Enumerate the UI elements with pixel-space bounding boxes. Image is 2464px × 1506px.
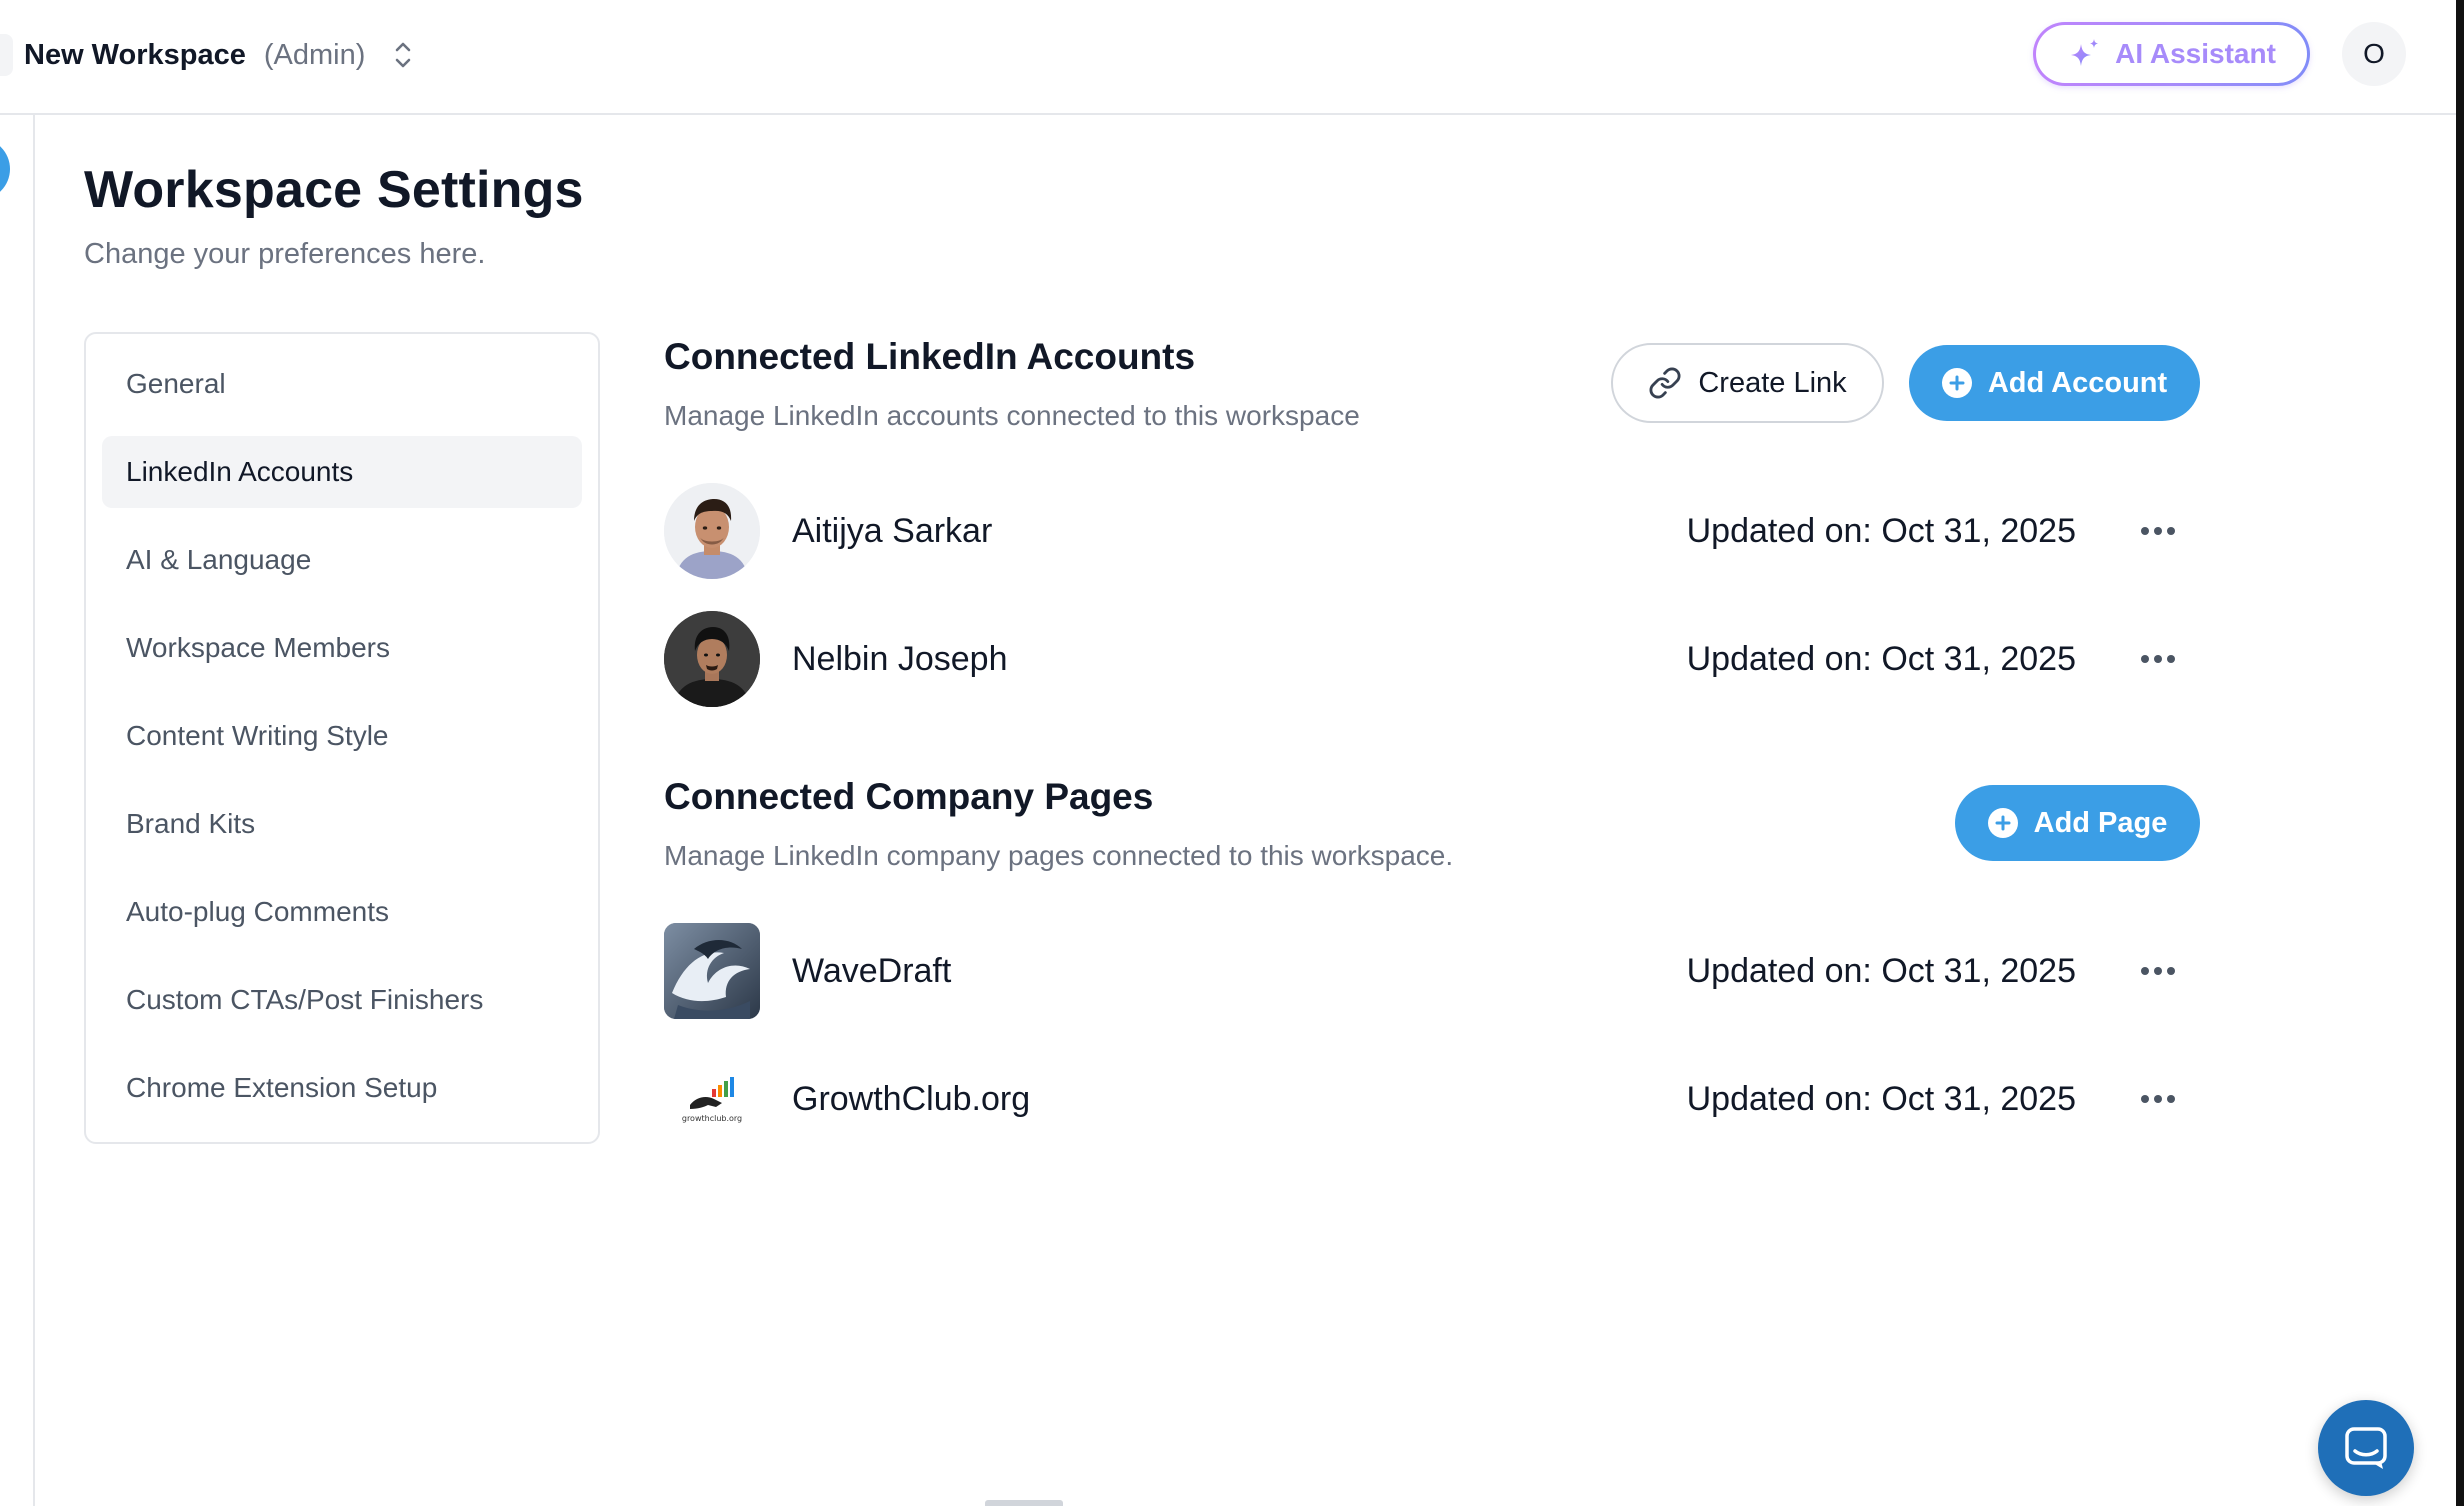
top-bar: New Workspace (Admin) AI Assistant O: [0, 0, 2456, 115]
plus-circle-icon: [1987, 808, 2018, 838]
sidebar-toggle[interactable]: [0, 138, 10, 200]
company-logo: growthclub.org: [664, 1051, 760, 1147]
ai-assistant-button[interactable]: AI Assistant: [2033, 22, 2310, 86]
nav-item-linkedin-accounts[interactable]: LinkedIn Accounts: [102, 436, 582, 508]
ai-assistant-label: AI Assistant: [2115, 38, 2276, 69]
avatar: [664, 483, 760, 579]
account-row[interactable]: Nelbin Joseph Updated on: Oct 31, 2025: [664, 610, 2188, 708]
user-initial: O: [2363, 38, 2385, 69]
add-account-button[interactable]: Add Account: [1909, 345, 2200, 421]
sidebar-collapse-handle[interactable]: [0, 34, 13, 76]
nav-item-ai-language[interactable]: AI & Language: [102, 524, 582, 596]
create-link-label: Create Link: [1698, 366, 1847, 399]
nav-item-workspace-members[interactable]: Workspace Members: [102, 612, 582, 684]
chat-bubble-icon: [2343, 1425, 2389, 1471]
nav-item-chrome-extension-setup[interactable]: Chrome Extension Setup: [102, 1052, 582, 1124]
sparkles-icon: [2067, 36, 2103, 72]
nav-item-content-writing-style[interactable]: Content Writing Style: [102, 700, 582, 772]
nav-item-auto-plug-comments[interactable]: Auto-plug Comments: [102, 876, 582, 948]
sidebar-border: [33, 115, 35, 1506]
account-name: Aitijya Sarkar: [792, 511, 993, 550]
company-logo: [664, 923, 760, 1019]
avatar: [664, 611, 760, 707]
add-page-label: Add Page: [2033, 806, 2168, 839]
nav-item-custom-ctas[interactable]: Custom CTAs/Post Finishers: [102, 964, 582, 1036]
nav-item-brand-kits[interactable]: Brand Kits: [102, 788, 582, 860]
company-pages-subtitle: Manage LinkedIn company pages connected …: [664, 840, 1454, 871]
app-root: New Workspace (Admin) AI Assistant O Wor…: [0, 0, 2464, 1506]
page-title: Workspace Settings: [84, 161, 584, 219]
chevron-up-down-icon: [393, 39, 413, 71]
create-link-button[interactable]: Create Link: [1611, 343, 1884, 423]
workspace-role: (Admin): [263, 38, 366, 71]
account-updated: Updated on: Oct 31, 2025: [1686, 639, 2076, 678]
more-horizontal-icon[interactable]: [2128, 1079, 2188, 1119]
window-edge: [2456, 0, 2464, 1506]
company-updated: Updated on: Oct 31, 2025: [1686, 1079, 2076, 1118]
nav-item-general[interactable]: General: [102, 348, 582, 420]
page-subtitle: Change your preferences here.: [84, 238, 486, 270]
add-account-label: Add Account: [1987, 366, 2168, 399]
workspace-switcher[interactable]: New Workspace (Admin): [24, 30, 413, 80]
company-name: WaveDraft: [792, 951, 952, 990]
workspace-name: New Workspace: [24, 38, 246, 71]
growthclub-logo-text: growthclub.org: [682, 1114, 742, 1123]
company-page-row[interactable]: growthclub.org GrowthClub.org Updated on…: [664, 1050, 2188, 1148]
company-page-row[interactable]: WaveDraft Updated on: Oct 31, 2025: [664, 922, 2188, 1020]
account-updated: Updated on: Oct 31, 2025: [1686, 511, 2076, 550]
company-pages-title: Connected Company Pages: [664, 776, 1154, 817]
plus-circle-icon: [1941, 368, 1972, 398]
more-horizontal-icon[interactable]: [2128, 639, 2188, 679]
linkedin-accounts-subtitle: Manage LinkedIn accounts connected to th…: [664, 400, 1360, 431]
account-row[interactable]: Aitijya Sarkar Updated on: Oct 31, 2025: [664, 482, 2188, 580]
account-name: Nelbin Joseph: [792, 639, 1008, 678]
company-name: GrowthClub.org: [792, 1079, 1031, 1118]
scroll-handle: [985, 1500, 1063, 1506]
linkedin-accounts-title: Connected LinkedIn Accounts: [664, 336, 1196, 377]
company-updated: Updated on: Oct 31, 2025: [1686, 951, 2076, 990]
more-horizontal-icon[interactable]: [2128, 511, 2188, 551]
add-page-button[interactable]: Add Page: [1955, 785, 2200, 861]
more-horizontal-icon[interactable]: [2128, 951, 2188, 991]
user-avatar[interactable]: O: [2342, 22, 2406, 86]
settings-nav: General LinkedIn Accounts AI & Language …: [84, 332, 600, 1144]
link-icon: [1648, 366, 1682, 400]
chat-support-button[interactable]: [2318, 1400, 2414, 1496]
